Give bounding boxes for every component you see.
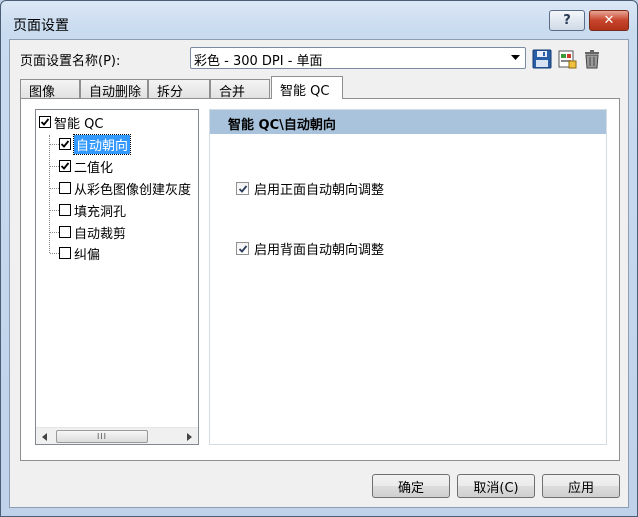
tree-checkbox[interactable] xyxy=(59,226,71,238)
scroll-right-icon[interactable] xyxy=(181,428,198,444)
tree-horizontal-scrollbar[interactable]: III xyxy=(36,427,198,444)
back-auto-orientation-option[interactable]: 启用背面自动朝向调整 xyxy=(236,239,384,258)
tree-item-grayscale-from-color[interactable]: 从彩色图像创建灰度 xyxy=(59,179,192,198)
check-icon xyxy=(238,184,247,193)
tab-split[interactable]: 拆分 xyxy=(148,79,210,100)
tree-item-label: 自动裁剪 xyxy=(74,226,127,242)
detail-pane: 智能 QC\自动朝向 启用正面自动朝向调整 启用背面自动朝向调整 xyxy=(209,109,607,445)
tree-checkbox[interactable] xyxy=(59,160,71,172)
option-label: 启用背面自动朝向调整 xyxy=(254,243,385,258)
tree-connector xyxy=(50,253,59,254)
tree-item-label: 从彩色图像创建灰度 xyxy=(74,182,192,198)
back-auto-orientation-checkbox[interactable] xyxy=(236,242,249,255)
tree-checkbox[interactable] xyxy=(59,138,71,150)
tab-image[interactable]: 图像 xyxy=(20,79,80,100)
close-icon: ✕ xyxy=(603,13,615,28)
check-icon xyxy=(40,118,50,126)
front-auto-orientation-checkbox[interactable] xyxy=(236,182,249,195)
dialog-client-area: 页面设置名称(P): 彩色 - 300 DPI - 单面 图像 自动删除 拆分 … xyxy=(9,39,629,508)
trash-icon xyxy=(585,50,599,69)
close-button[interactable]: ✕ xyxy=(589,10,629,31)
tab-auto-delete[interactable]: 自动删除 xyxy=(80,79,148,100)
tree-item-fill-holes[interactable]: 填充洞孔 xyxy=(59,201,127,220)
tree-item-auto-orientation[interactable]: 自动朝向 xyxy=(59,133,132,155)
window-title: 页面设置 xyxy=(13,18,69,34)
tree-checkbox[interactable] xyxy=(59,204,71,216)
check-icon xyxy=(238,244,247,253)
cancel-button[interactable]: 取消(C) xyxy=(457,474,535,498)
tree-item-label: 纠偏 xyxy=(74,247,101,263)
save-icon xyxy=(532,49,552,69)
tree-item-label: 智能 QC xyxy=(54,116,104,132)
tree-checkbox[interactable] xyxy=(59,247,71,259)
tree-checkbox[interactable] xyxy=(59,182,71,194)
apply-button[interactable]: 应用 xyxy=(542,474,620,498)
profile-name-value: 彩色 - 300 DPI - 单面 xyxy=(194,54,323,69)
qc-tree: 智能 QC 自动朝向 二值化 从彩色图像创建灰度 填充洞孔 自动裁剪 纠偏 II… xyxy=(35,109,199,445)
tree-connector xyxy=(50,188,59,189)
chevron-down-icon[interactable] xyxy=(507,50,523,66)
tree-item-auto-crop[interactable]: 自动裁剪 xyxy=(59,223,127,242)
help-button[interactable]: ? xyxy=(549,10,585,31)
tree-connector xyxy=(50,232,59,233)
tree-checkbox[interactable] xyxy=(39,116,51,128)
tree-connector xyxy=(50,166,59,167)
tree-item-smart-qc[interactable]: 智能 QC xyxy=(39,113,104,132)
tree-item-label: 自动朝向 xyxy=(72,133,132,155)
tree-item-label: 二值化 xyxy=(74,160,114,176)
save-profile-button[interactable] xyxy=(532,48,552,70)
tree-item-binarization[interactable]: 二值化 xyxy=(59,157,114,176)
tree-connector xyxy=(50,144,59,145)
check-icon xyxy=(60,140,70,148)
tree-item-label: 填充洞孔 xyxy=(74,204,127,220)
tree-item-deskew[interactable]: 纠偏 xyxy=(59,244,101,263)
scrollbar-thumb[interactable]: III xyxy=(56,430,148,443)
help-icon: ? xyxy=(563,13,571,28)
scroll-left-icon[interactable] xyxy=(36,428,53,444)
detail-header: 智能 QC\自动朝向 xyxy=(210,110,606,134)
settings-icon xyxy=(558,50,577,69)
profile-name-select[interactable]: 彩色 - 300 DPI - 单面 xyxy=(190,47,526,69)
page-setup-dialog: 页面设置 ? ✕ 页面设置名称(P): 彩色 - 300 DPI - 单面 图像… xyxy=(0,0,638,517)
tab-label: 智能 QC xyxy=(280,84,330,99)
scrollbar-grip: III xyxy=(96,432,108,441)
profile-name-label: 页面设置名称(P): xyxy=(20,54,121,69)
option-label: 启用正面自动朝向调整 xyxy=(254,183,385,198)
tab-smart-qc[interactable]: 智能 QC xyxy=(271,76,343,99)
tree-connector xyxy=(50,210,59,211)
tab-merge[interactable]: 合并 xyxy=(210,79,270,100)
tree-connector xyxy=(49,135,50,253)
title-bar: 页面设置 ? ✕ xyxy=(1,1,637,39)
settings-profile-button[interactable] xyxy=(557,48,577,70)
ok-button[interactable]: 确定 xyxy=(372,474,450,498)
delete-profile-button[interactable] xyxy=(582,48,602,70)
smart-qc-panel: 智能 QC 自动朝向 二值化 从彩色图像创建灰度 填充洞孔 自动裁剪 纠偏 II… xyxy=(20,98,620,461)
check-icon xyxy=(60,162,70,170)
front-auto-orientation-option[interactable]: 启用正面自动朝向调整 xyxy=(236,179,384,198)
